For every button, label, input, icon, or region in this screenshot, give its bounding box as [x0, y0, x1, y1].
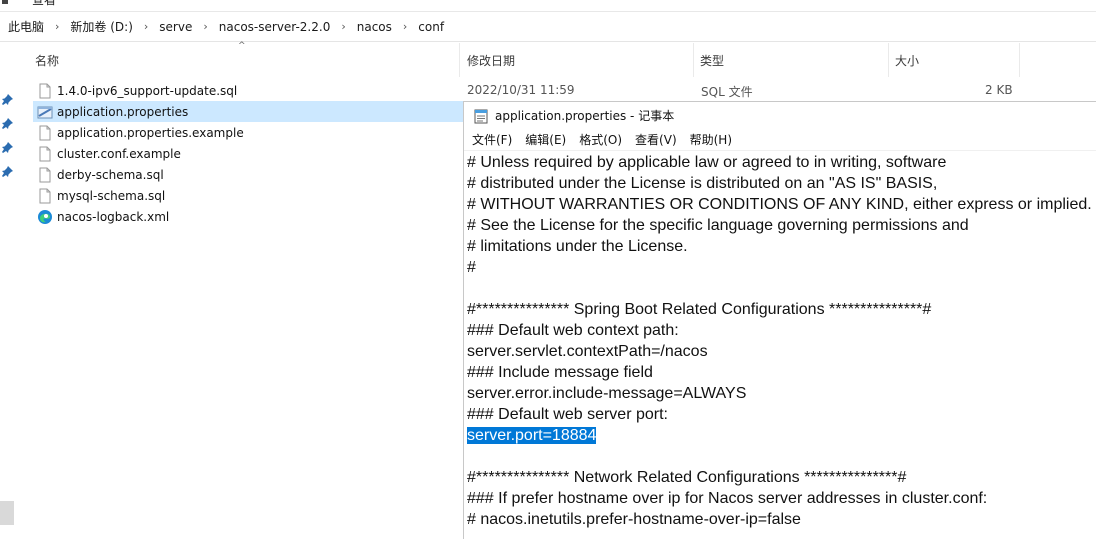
column-header-modified[interactable]: 修改日期 [462, 43, 694, 77]
column-header-type-label: 类型 [700, 53, 725, 68]
notepad-title-bar[interactable]: application.properties - 记事本 [464, 102, 1096, 129]
file-size: 2 KB [985, 83, 1013, 97]
notepad-menu-bar: 文件(F) 编辑(E) 格式(O) 查看(V) 帮助(H) [464, 129, 1096, 151]
text-line[interactable]: ### If prefer hostname over ip for Nacos… [467, 488, 1096, 509]
edge-icon [38, 209, 52, 224]
file-icon [39, 188, 51, 203]
file-icon [39, 167, 51, 182]
breadcrumb-nacos[interactable]: nacos [355, 18, 394, 36]
text-line[interactable]: server.servlet.contextPath=/nacos [467, 341, 1096, 362]
text-line[interactable] [467, 446, 1096, 467]
pin-icon[interactable] [2, 166, 13, 177]
properties-file-icon [37, 106, 53, 118]
file-name: application.properties [57, 104, 189, 119]
navigation-scrollbar[interactable] [0, 501, 14, 525]
file-row-selected[interactable]: application.properties [33, 101, 465, 122]
file-row[interactable]: nacos-logback.xml [33, 206, 465, 227]
file-name: mysql-schema.sql [57, 188, 166, 203]
text-line[interactable]: ### Default web context path: [467, 320, 1096, 341]
ribbon-icon [2, 0, 8, 4]
column-header-size-label: 大小 [895, 53, 920, 68]
file-icon [39, 83, 51, 98]
navigation-pane [0, 43, 18, 539]
chevron-right-icon[interactable]: › [194, 20, 216, 33]
column-header-name[interactable]: 名称 [30, 43, 460, 77]
address-bar[interactable]: 此电脑 › 新加卷 (D:) › serve › nacos-server-2.… [0, 12, 1096, 42]
file-row[interactable]: mysql-schema.sql [33, 185, 465, 206]
ribbon-strip: 查看 [0, 0, 1096, 12]
file-type: SQL 文件 [701, 85, 753, 99]
file-row[interactable]: 1.4.0-ipv6_support-update.sql [33, 80, 465, 101]
file-name: application.properties.example [57, 125, 244, 140]
menu-view[interactable]: 查看(V) [635, 131, 677, 148]
file-row[interactable]: application.properties.example [33, 122, 465, 143]
text-line[interactable]: # See the License for the specific langu… [467, 215, 1096, 236]
file-row[interactable]: derby-schema.sql [33, 164, 465, 185]
text-line[interactable]: ### Default web server port: [467, 404, 1096, 425]
file-row[interactable]: cluster.conf.example [33, 143, 465, 164]
notepad-window[interactable]: application.properties - 记事本 文件(F) 编辑(E)… [463, 101, 1096, 539]
column-header-size[interactable]: 大小 [890, 43, 1020, 77]
column-header-modified-label: 修改日期 [467, 53, 516, 68]
pin-icon[interactable] [2, 94, 13, 105]
chevron-right-icon[interactable]: › [135, 20, 157, 33]
text-line[interactable]: # nacos.inetutils.prefer-hostname-over-i… [467, 509, 1096, 530]
chevron-right-icon[interactable]: › [332, 20, 354, 33]
pin-icon[interactable] [2, 118, 13, 129]
selected-text[interactable]: server.port=18884 [467, 427, 597, 444]
text-line[interactable]: # [467, 257, 1096, 278]
text-line[interactable]: ### Include message field [467, 362, 1096, 383]
breadcrumb-this-pc[interactable]: 此电脑 [6, 16, 46, 37]
text-line[interactable] [467, 278, 1096, 299]
breadcrumb-nacos-server[interactable]: nacos-server-2.2.0 [217, 18, 333, 36]
breadcrumb-drive-d[interactable]: 新加卷 (D:) [68, 16, 134, 37]
menu-format[interactable]: 格式(O) [579, 131, 622, 148]
breadcrumb-conf[interactable]: conf [416, 18, 446, 36]
menu-help[interactable]: 帮助(H) [690, 131, 732, 148]
file-modified-date: 2022/10/31 11:59 [467, 83, 575, 97]
ribbon-tab-view[interactable]: 查看 [32, 0, 56, 8]
text-line[interactable]: server.port=18884 [467, 425, 1096, 446]
text-line[interactable]: #*************** Network Related Configu… [467, 467, 1096, 488]
notepad-title: application.properties - 记事本 [495, 109, 675, 123]
file-name: cluster.conf.example [57, 146, 181, 161]
breadcrumb-serve[interactable]: serve [157, 18, 194, 36]
file-icon [39, 146, 51, 161]
file-name: 1.4.0-ipv6_support-update.sql [57, 83, 238, 98]
column-header-name-label: 名称 [35, 53, 60, 68]
file-name: nacos-logback.xml [57, 209, 170, 224]
chevron-right-icon[interactable]: › [394, 20, 416, 33]
column-header-type[interactable]: 类型 [695, 43, 889, 77]
file-name: derby-schema.sql [57, 167, 164, 182]
text-line[interactable]: # distributed under the License is distr… [467, 173, 1096, 194]
pin-icon[interactable] [2, 142, 13, 153]
text-line[interactable]: # Unless required by applicable law or a… [467, 152, 1096, 173]
menu-file[interactable]: 文件(F) [472, 131, 512, 148]
text-line[interactable]: # limitations under the License. [467, 236, 1096, 257]
notepad-icon [474, 109, 488, 123]
menu-edit[interactable]: 编辑(E) [525, 131, 566, 148]
notepad-text-area[interactable]: # Unless required by applicable law or a… [467, 152, 1096, 539]
text-line[interactable]: #*************** Spring Boot Related Con… [467, 299, 1096, 320]
chevron-right-icon[interactable]: › [46, 20, 68, 33]
file-icon [39, 125, 51, 140]
text-line[interactable]: server.error.include-message=ALWAYS [467, 383, 1096, 404]
text-line[interactable]: # WITHOUT WARRANTIES OR CONDITIONS OF AN… [467, 194, 1096, 215]
